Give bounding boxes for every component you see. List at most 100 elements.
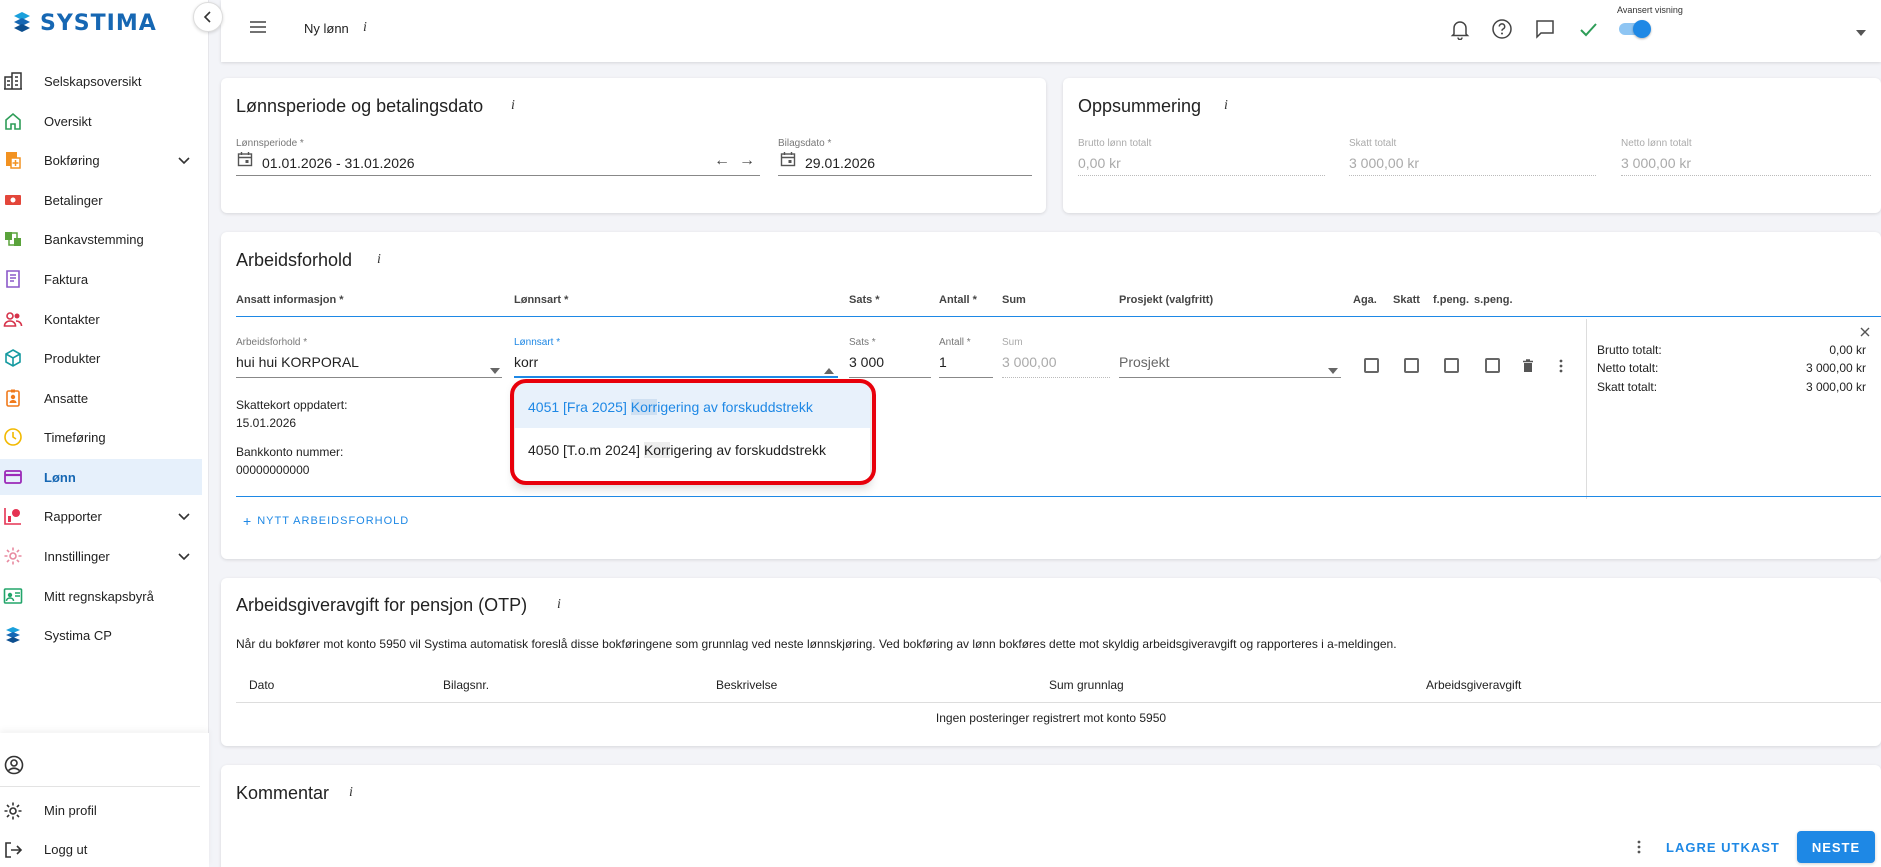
more-vert-icon[interactable] (1636, 840, 1642, 854)
quantity-input[interactable]: 1 (939, 354, 947, 370)
sidebar-item-lønn[interactable]: Lønn (0, 459, 202, 495)
header-tax: Skatt (1393, 294, 1420, 306)
dropdown-arrow-icon[interactable] (490, 361, 500, 374)
employment-card-title: Arbeidsforhold (236, 250, 353, 270)
sidebar-item-produkter[interactable]: Produkter (0, 340, 202, 376)
sidebar-item-label: Kontakter (44, 311, 100, 327)
employment-select[interactable]: hui hui KORPORAL (236, 354, 359, 370)
logout-icon (5, 842, 23, 858)
contacts-icon (3, 309, 23, 329)
more-vert-icon[interactable] (1558, 359, 1564, 373)
employment-underline (236, 377, 502, 378)
chevron-down-icon[interactable] (176, 152, 192, 168)
header-rate: Sats * (849, 294, 880, 306)
add-employment-button[interactable]: + NYTT ARBEIDSFORHOLD (243, 513, 409, 529)
account-dropdown-arrow-icon[interactable] (1855, 24, 1867, 36)
header-sum: Sum (1002, 294, 1026, 306)
info-icon[interactable]: i (377, 252, 381, 268)
info-icon[interactable]: i (349, 785, 353, 801)
chevron-down-icon[interactable] (176, 548, 192, 564)
totals-tax-value: 3 000,00 kr (1805, 380, 1866, 394)
payments-icon (3, 190, 23, 210)
chevron-left-icon (203, 11, 211, 23)
sidebar-item-innstillinger[interactable]: Innstillinger (0, 538, 202, 574)
speng-checkbox[interactable] (1485, 358, 1500, 373)
arrow-right-icon[interactable]: → (739, 152, 755, 170)
dropdown-option[interactable]: 4051 [Fra 2025] Korrigering av forskudds… (515, 383, 870, 428)
otp-empty-message: Ingen posteringer registrert mot konto 5… (935, 711, 1167, 725)
sidebar-item-kontakter[interactable]: Kontakter (0, 301, 202, 337)
summary-value-net: 3 000,00 kr (1621, 155, 1692, 171)
sidebar-item-mitt-regnskapsbyrå[interactable]: Mitt regnskapsbyrå (0, 578, 202, 614)
save-draft-button[interactable]: LAGRE UTKAST (1666, 840, 1780, 855)
wage-type-underline (514, 376, 838, 378)
chat-icon[interactable] (1534, 18, 1556, 40)
chevron-down-icon[interactable] (176, 508, 192, 524)
info-icon[interactable]: i (557, 597, 561, 613)
totals-gross-label: Brutto totalt: (1597, 343, 1662, 357)
sidebar-item-systima-cp[interactable]: Systima CP (0, 617, 202, 653)
sidebar-item-faktura[interactable]: Faktura (0, 261, 202, 297)
dropdown-option[interactable]: 4050 [T.o.m 2024] Korrigering av forskud… (515, 428, 870, 473)
sidebar-item-bankavstemming[interactable]: Bankavstemming (0, 221, 202, 257)
next-button[interactable]: NESTE (1797, 831, 1875, 863)
rate-input[interactable]: 3 000 (849, 354, 884, 370)
info-icon[interactable]: i (1224, 98, 1228, 114)
arrow-left-icon[interactable]: ← (714, 152, 730, 170)
calendar-icon[interactable] (780, 151, 796, 167)
dropdown-arrow-icon[interactable] (1328, 361, 1338, 374)
bank-reconcile-icon (3, 229, 23, 249)
calendar-icon[interactable] (237, 151, 253, 167)
sidebar-item-selskapsoversikt[interactable]: Selskapsoversikt (0, 63, 202, 99)
sidebar-item-bokføring[interactable]: Bokføring (0, 142, 202, 178)
sidebar-item-ansatte[interactable]: Ansatte (0, 380, 202, 416)
date-value[interactable]: 29.01.2026 (805, 155, 875, 171)
dropdown-arrow-up-icon[interactable] (824, 361, 834, 374)
delete-icon[interactable] (1521, 359, 1535, 373)
account-circle-icon[interactable] (4, 755, 24, 775)
comment-card: Kommentar i (221, 765, 1881, 867)
sidebar-item-betalinger[interactable]: Betalinger (0, 182, 202, 218)
sidebar-item-timeføring[interactable]: Timeføring (0, 419, 202, 455)
info-icon[interactable]: i (511, 98, 515, 114)
dropdown-option-text: 4051 [Fra 2025] Korrigering av forskudds… (528, 399, 813, 415)
collapse-sidebar-button[interactable] (193, 2, 223, 32)
sidebar-item-label: Systima CP (44, 627, 112, 643)
employees-icon (3, 388, 23, 408)
sidebar-item-label: Produkter (44, 350, 101, 366)
sidebar-item-label: Betalinger (44, 192, 103, 208)
close-icon[interactable] (1859, 325, 1871, 337)
info-icon[interactable]: i (363, 20, 367, 36)
period-value[interactable]: 01.01.2026 - 31.01.2026 (262, 155, 415, 171)
summary-card-title: Oppsummering (1078, 96, 1202, 116)
wage-type-input[interactable]: korr (514, 354, 538, 370)
logo[interactable]: SYSTIMA (10, 8, 157, 38)
next-button-label: NESTE (1811, 839, 1861, 855)
sidebar-item-rapporter[interactable]: Rapporter (0, 498, 202, 534)
sidebar-item-logg-ut[interactable]: Logg ut (0, 834, 202, 866)
menu-icon[interactable] (248, 19, 268, 35)
help-icon[interactable] (1491, 18, 1513, 40)
otp-header-date: Dato (249, 678, 275, 692)
aga-checkbox[interactable] (1364, 358, 1379, 373)
sidebar-item-oversikt[interactable]: Oversikt (0, 103, 202, 139)
sum-label: Sum (1002, 337, 1023, 348)
otp-card-title: Arbeidsgiveravgift for pensjon (OTP) (236, 595, 528, 615)
period-card-title: Lønnsperiode og betalingsdato (236, 96, 484, 116)
header-aga: Aga. (1353, 294, 1377, 306)
bell-icon[interactable] (1449, 18, 1471, 41)
advanced-view-toggle[interactable] (1619, 20, 1651, 38)
plus-icon: + (243, 513, 252, 529)
tax-checkbox[interactable] (1404, 358, 1419, 373)
header-fpeng: f.peng. (1433, 294, 1470, 306)
otp-header-sum: Sum grunnlag (1049, 678, 1124, 692)
sidebar-item-min-profil[interactable]: Min profil (0, 795, 202, 827)
employment-card: Arbeidsforhold i Ansatt informasjon * Lø… (221, 232, 1881, 559)
project-select[interactable]: Prosjekt (1119, 354, 1170, 370)
toggle-label: Avansert visning (1617, 5, 1683, 15)
settings-icon (3, 546, 23, 566)
fpeng-checkbox[interactable] (1444, 358, 1459, 373)
period-underline (236, 175, 760, 176)
wage-type-label: Lønnsart * (514, 337, 561, 348)
date-label: Bilagsdato * (778, 138, 832, 149)
